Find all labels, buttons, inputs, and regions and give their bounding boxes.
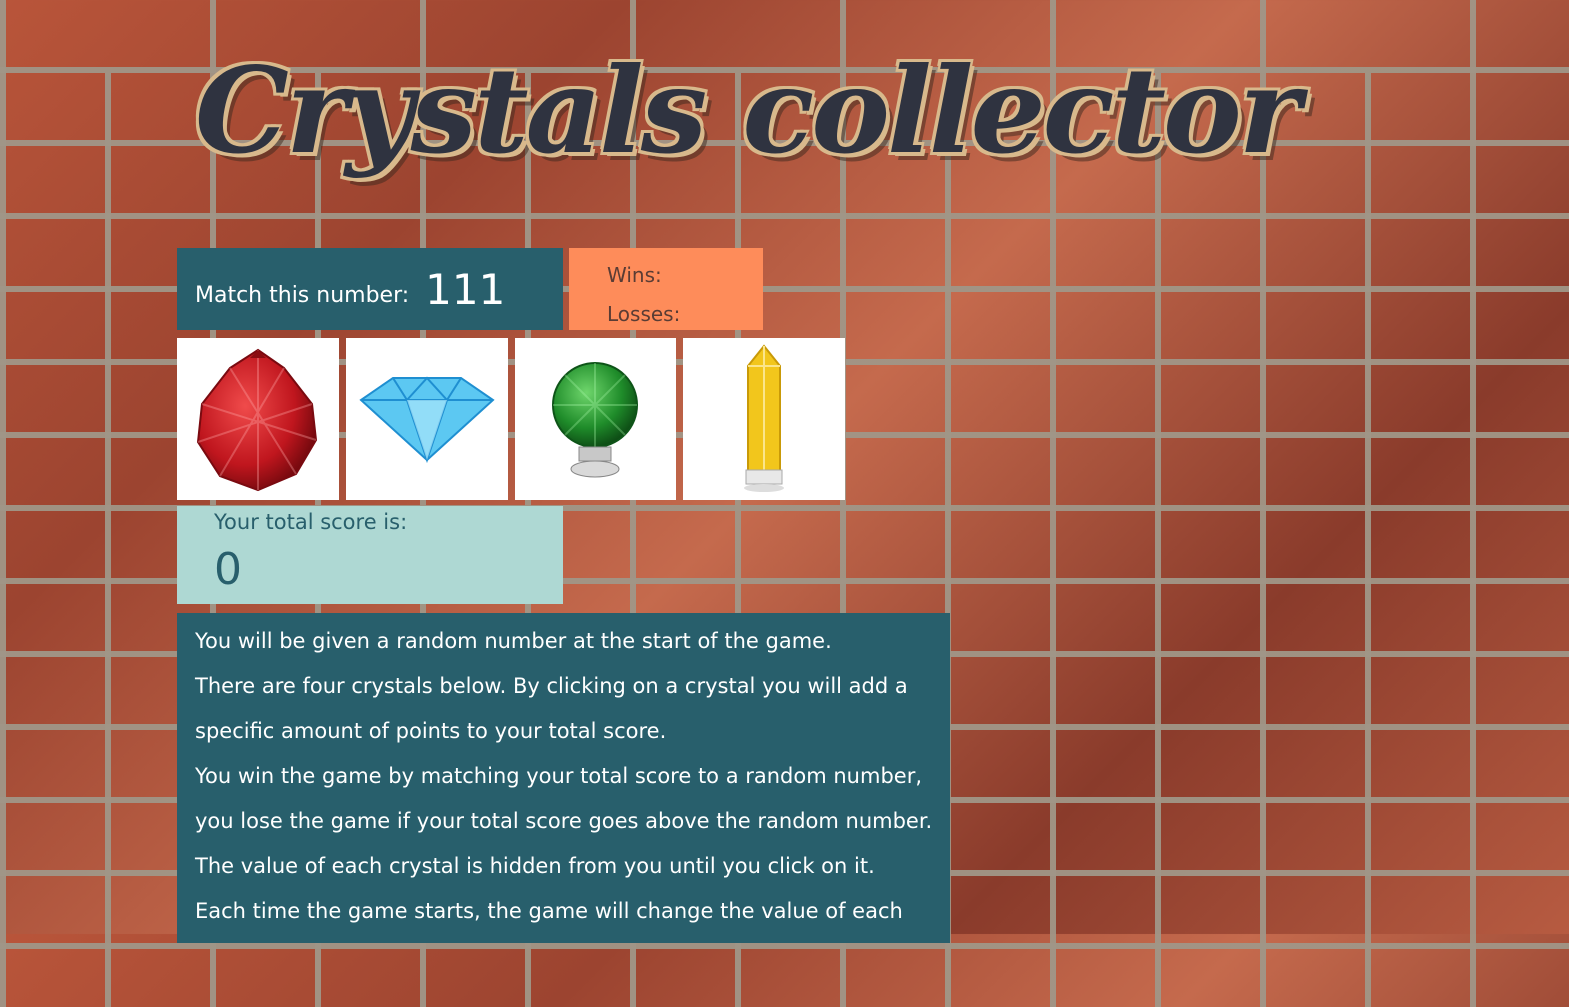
instruction-line: There are four crystals below. By clicki… [195, 674, 908, 698]
instructions-panel: You will be given a random number at the… [177, 613, 950, 943]
losses-label: Losses: [607, 302, 681, 326]
total-score-panel: Your total score is: 0 [177, 506, 563, 604]
instruction-line: Each time the game starts, the game will… [195, 899, 903, 923]
instruction-line: The value of each crystal is hidden from… [195, 854, 875, 878]
instruction-line: You will be given a random number at the… [195, 629, 832, 653]
instruction-line: specific amount of points to your total … [195, 719, 667, 743]
yellow-crystal-icon [744, 344, 785, 492]
game-title: Crystals collector [195, 40, 1301, 230]
crystal-button-blue[interactable] [345, 338, 508, 500]
red-crystal-icon [196, 348, 317, 492]
total-score-value: 0 [214, 544, 242, 595]
target-number-panel: Match this number: 111 [177, 248, 563, 330]
crystal-buttons [177, 338, 845, 500]
target-number-value: 111 [425, 264, 506, 314]
game-title-text: Crystals collector [195, 41, 1301, 180]
wins-label: Wins: [607, 263, 662, 287]
crystal-button-green[interactable] [514, 338, 677, 500]
instruction-line: You win the game by matching your total … [195, 764, 923, 788]
green-crystal-knob-icon [552, 362, 639, 478]
crystal-button-red[interactable] [177, 338, 339, 500]
target-number-label: Match this number: [195, 282, 410, 308]
instruction-line: you lose the game if your total score go… [195, 809, 933, 833]
total-score-label: Your total score is: [214, 510, 408, 534]
blue-diamond-icon [359, 376, 495, 464]
wins-losses-panel: Wins: Losses: [569, 248, 763, 330]
crystal-button-yellow[interactable] [683, 338, 845, 500]
